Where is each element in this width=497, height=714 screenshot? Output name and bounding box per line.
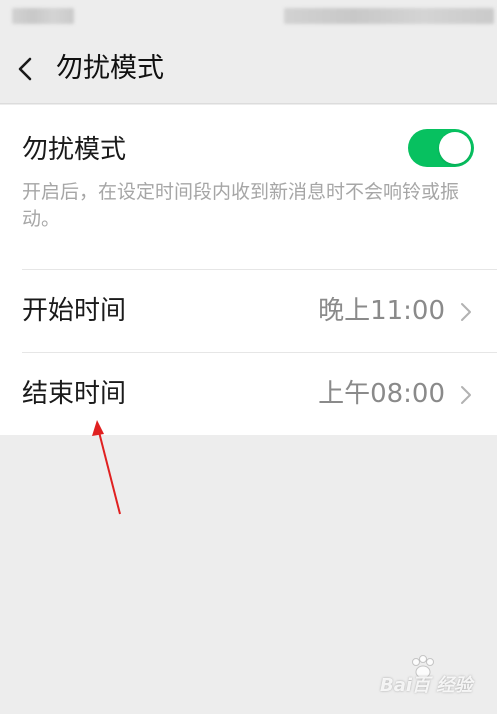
end-time-label: 结束时间 (22, 379, 127, 409)
start-time-value: 晚上11:00 (318, 296, 445, 326)
settings-card: 勿扰模式 开启后，在设定时间段内收到新消息时不会响铃或振动。 开始时间 晚上11… (0, 105, 497, 435)
watermark-text: Bai百 经验 (380, 675, 473, 696)
end-time-row[interactable]: 结束时间 上午08:00 (0, 353, 497, 435)
dnd-description: 开启后，在设定时间段内收到新消息时不会响铃或振动。 (22, 181, 460, 230)
start-time-label: 开始时间 (22, 296, 127, 326)
dnd-label: 勿扰模式 (22, 135, 127, 165)
status-bar-blurred-right (284, 8, 494, 24)
toggle-knob (439, 132, 471, 164)
back-button[interactable] (6, 49, 46, 89)
chevron-right-icon (461, 386, 471, 404)
chevron-left-icon (18, 57, 32, 81)
status-bar (0, 0, 497, 34)
page-title: 勿扰模式 (56, 53, 164, 84)
navigation-bar: 勿扰模式 (0, 34, 497, 104)
dnd-toggle[interactable] (408, 129, 474, 167)
chevron-right-icon (461, 303, 471, 321)
end-time-value: 上午08:00 (318, 379, 445, 409)
baidu-watermark: Bai百 经验 (380, 655, 490, 696)
start-time-row[interactable]: 开始时间 晚上11:00 (0, 270, 497, 352)
status-bar-blurred-left (12, 8, 74, 24)
